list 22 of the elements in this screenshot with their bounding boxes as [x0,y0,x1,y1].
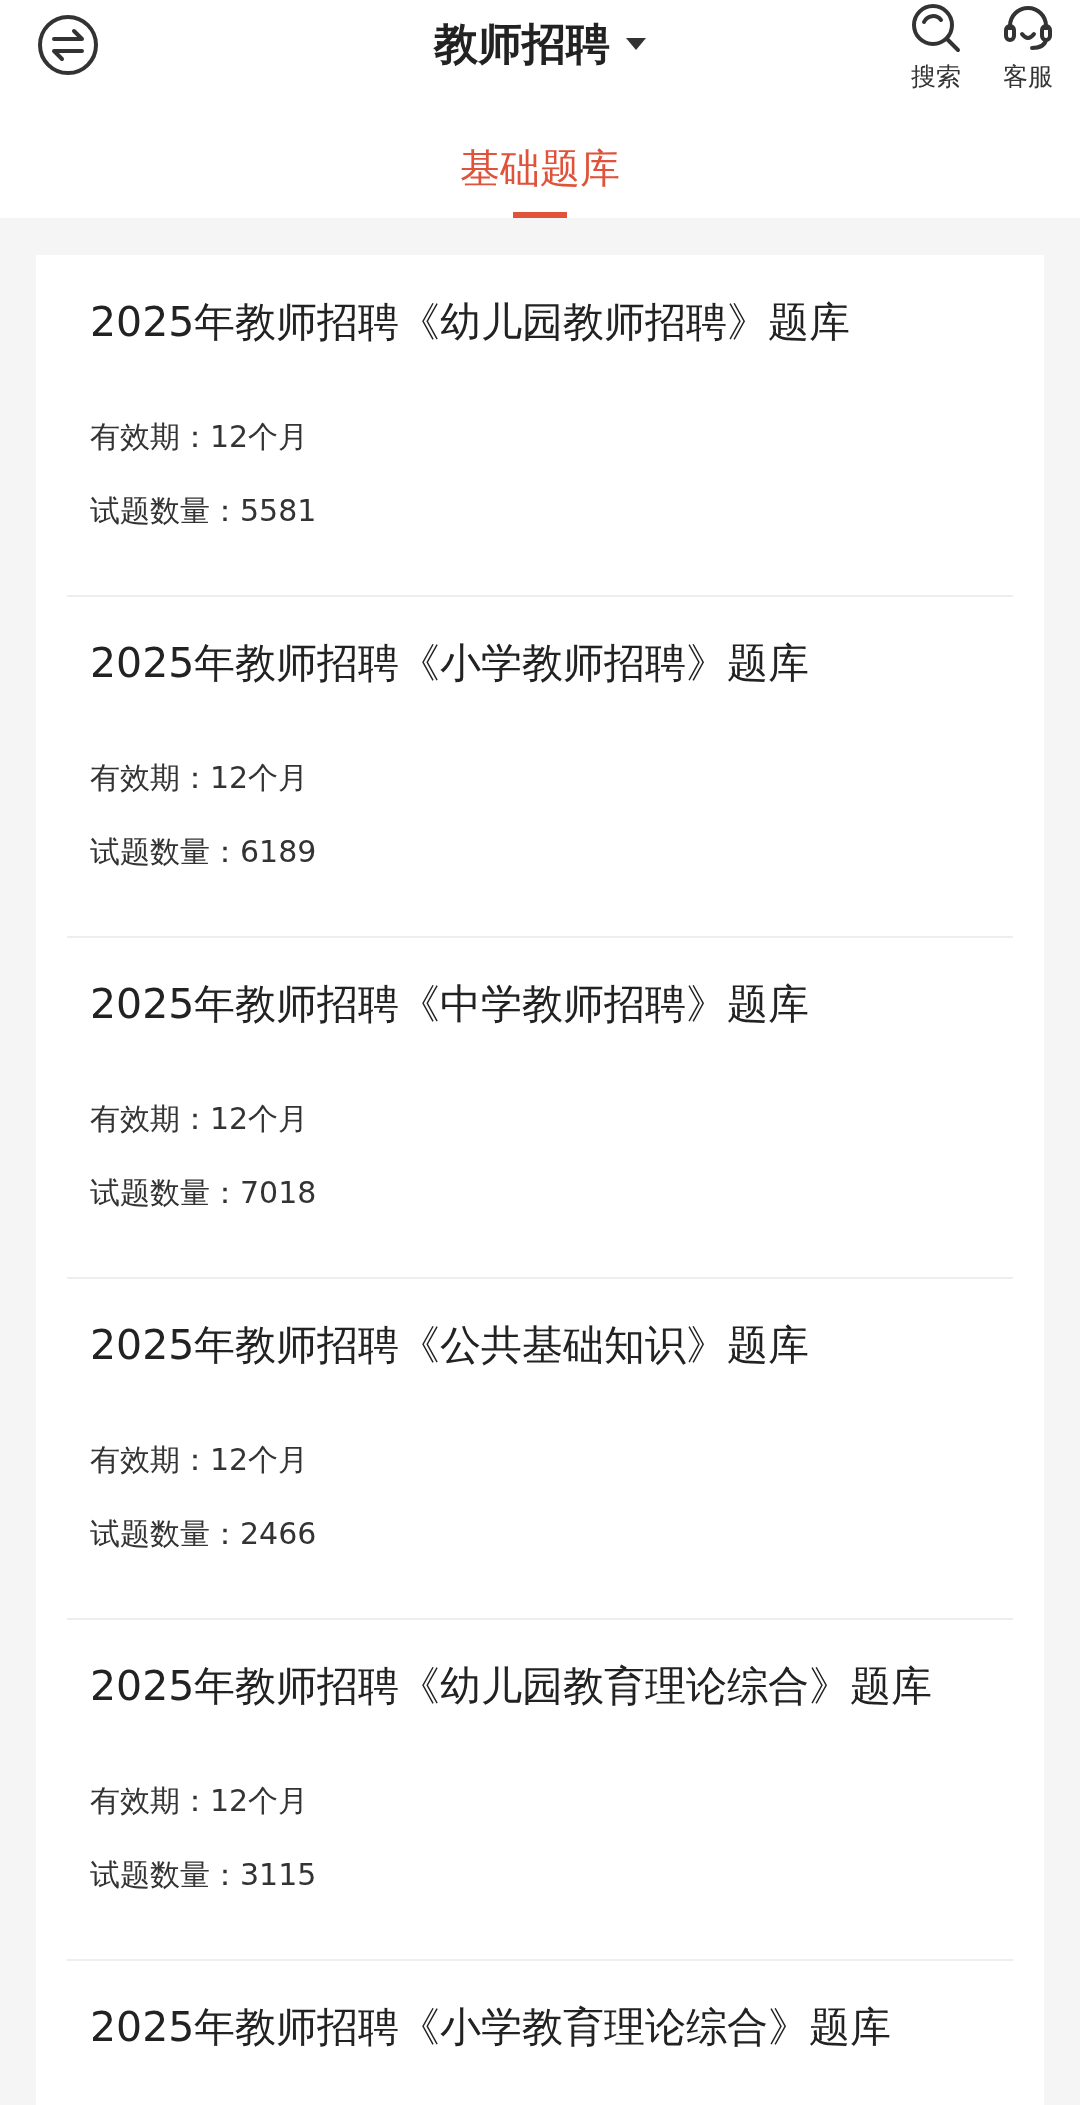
question-count: 试题数量：5581 [90,492,318,530]
question-count: 试题数量：7018 [90,1174,318,1212]
validity-text: 有效期：12个月 [90,1100,310,1138]
bank-title[interactable]: 2025年教师招聘《小学教师招聘》题库 [90,639,810,687]
switch-icon[interactable] [36,13,100,77]
validity-text: 有效期：12个月 [90,1441,310,1479]
bank-title[interactable]: 2025年教师招聘《幼儿园教育理论综合》题库 [90,1662,933,1710]
tab[interactable]: 基础题库 [452,110,628,218]
search-button[interactable]: 搜索 [906,0,966,93]
bank-title[interactable]: 2025年教师招聘《幼儿园教师招聘》题库 [90,298,851,346]
validity-text: 有效期：12个月 [90,759,310,797]
bank-title[interactable]: 2025年教师招聘《小学教育理论综合》题库 [90,2003,892,2051]
caret-icon [626,38,646,50]
bank-title[interactable]: 2025年教师招聘《中学教师招聘》题库 [90,980,810,1028]
question-count: 试题数量：2466 [90,1515,318,1553]
question-count: 试题数量：3115 [90,1856,318,1894]
validity-text: 有效期：12个月 [90,1782,310,1820]
customer-service-button[interactable]: 客服 [998,0,1058,93]
validity-text: 有效期：12个月 [90,418,310,456]
category-dropdown[interactable]: 教师招聘 [434,14,646,74]
question-count: 试题数量：6189 [90,833,318,871]
bank-title[interactable]: 2025年教师招聘《公共基础知识》题库 [90,1321,810,1369]
